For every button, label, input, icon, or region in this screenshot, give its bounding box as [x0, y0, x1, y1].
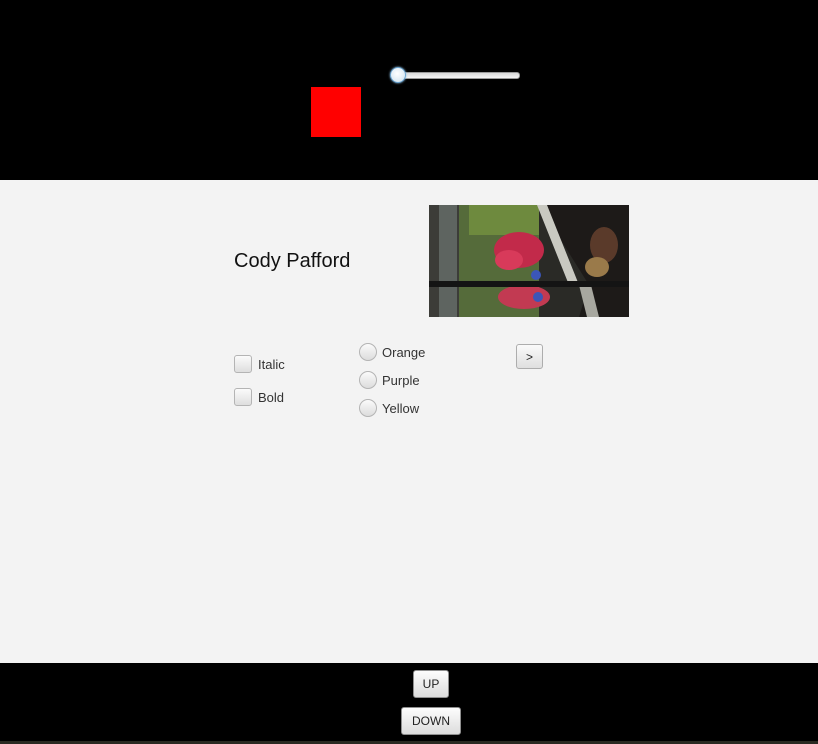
- photo-image: [429, 205, 629, 317]
- slider-track[interactable]: [390, 72, 520, 79]
- italic-checkbox-row[interactable]: Italic: [234, 355, 285, 373]
- purple-radio[interactable]: [359, 371, 377, 389]
- red-square: [311, 87, 361, 137]
- bold-label: Bold: [258, 389, 285, 405]
- yellow-label: Yellow: [382, 400, 420, 416]
- slider-thumb[interactable]: [390, 67, 406, 83]
- main-panel: Cody Pafford Italic Bold Orange Purple Y…: [0, 180, 818, 663]
- yellow-radio-row[interactable]: Yellow: [359, 399, 419, 417]
- yellow-radio[interactable]: [359, 399, 377, 417]
- italic-label: Italic: [258, 356, 285, 372]
- next-button[interactable]: >: [516, 344, 543, 369]
- italic-checkbox[interactable]: [234, 355, 252, 373]
- top-panel: [0, 0, 818, 180]
- orange-radio[interactable]: [359, 343, 377, 361]
- orange-label: Orange: [382, 344, 426, 360]
- purple-radio-row[interactable]: Purple: [359, 371, 420, 389]
- down-button[interactable]: DOWN: [401, 707, 461, 735]
- up-button[interactable]: UP: [413, 670, 449, 698]
- bold-checkbox-row[interactable]: Bold: [234, 388, 284, 406]
- name-label: Cody Pafford: [234, 250, 351, 272]
- bold-checkbox[interactable]: [234, 388, 252, 406]
- bottom-panel: UP DOWN: [0, 663, 818, 744]
- purple-label: Purple: [382, 372, 420, 388]
- orange-radio-row[interactable]: Orange: [359, 343, 425, 361]
- size-slider[interactable]: [386, 66, 522, 84]
